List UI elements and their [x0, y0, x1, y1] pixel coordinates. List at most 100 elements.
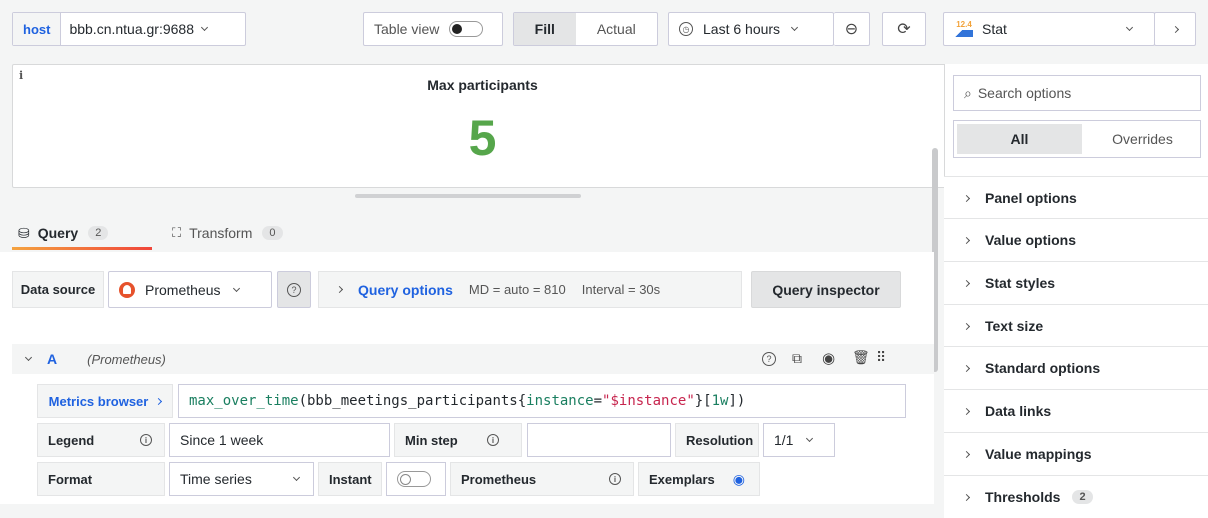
- options-section-value-options[interactable]: Value options: [944, 218, 1208, 261]
- visualization-picker[interactable]: 12.4 Stat: [943, 12, 1155, 46]
- metrics-browser-button[interactable]: Metrics browser: [37, 384, 173, 418]
- legend-value: Since 1 week: [180, 432, 264, 448]
- search-placeholder: Search options: [977, 85, 1072, 101]
- chevron-right-icon: [962, 194, 971, 202]
- resolution-value: 1/1: [774, 432, 794, 448]
- tab-underline: [12, 247, 152, 250]
- chevron-down-icon: [1125, 23, 1134, 32]
- legend-input[interactable]: Since 1 week: [169, 423, 390, 457]
- variable-label: host: [13, 13, 62, 45]
- delete-query-trash-icon[interactable]: 🗑: [852, 349, 870, 366]
- options-section-label: Panel options: [985, 190, 1077, 206]
- options-section-label: Stat styles: [985, 275, 1056, 291]
- query-options-bar[interactable]: Query options MD = auto = 810 Interval =…: [318, 271, 742, 308]
- max-data-points: MD = auto = 810: [468, 282, 566, 297]
- drag-handle-icon[interactable]: ⠿: [876, 349, 886, 366]
- fill-button[interactable]: Fill: [514, 13, 576, 45]
- resolution-select[interactable]: 1/1: [763, 423, 835, 457]
- query-expression-editor[interactable]: max_over_time (bbb_meetings_participants{…: [178, 384, 906, 418]
- zoom-out-icon: ⊖: [844, 21, 859, 38]
- pane-splitter-handle[interactable]: [355, 194, 581, 198]
- chevron-right-icon: [1171, 25, 1179, 33]
- refresh-button[interactable]: ⟳: [882, 12, 926, 46]
- search-icon: ⌕: [964, 84, 972, 101]
- thresholds-count-badge: 2: [1072, 490, 1093, 504]
- query-count-badge: 2: [88, 226, 109, 240]
- tab-transform-label: Transform: [189, 225, 253, 241]
- options-section-label: Value mappings: [985, 446, 1092, 462]
- options-section-label: Value options: [985, 232, 1077, 248]
- expr-label-value: "$instance": [602, 393, 695, 409]
- chevron-down-icon: [791, 23, 799, 32]
- filter-all-button[interactable]: All: [957, 124, 1082, 154]
- transform-icon: ⛶: [172, 225, 182, 240]
- exemplars-label-cell: Exemplars ◉: [638, 462, 760, 496]
- clock-icon: ◷: [679, 22, 693, 36]
- options-section-panel-options[interactable]: Panel options: [944, 176, 1208, 219]
- zoom-out-button[interactable]: ⊖: [834, 12, 870, 46]
- data-source-help-button[interactable]: ?: [277, 271, 311, 308]
- exemplars-label: Exemplars: [649, 471, 715, 487]
- tab-query[interactable]: ⛁ Query 2: [18, 218, 109, 248]
- table-view-label: Table view: [374, 21, 440, 37]
- options-section-data-links[interactable]: Data links: [944, 389, 1208, 432]
- instant-toggle[interactable]: [397, 471, 431, 487]
- time-range-picker[interactable]: ◷ Last 6 hours: [668, 12, 834, 46]
- toggle-switch[interactable]: [449, 21, 484, 37]
- query-ref-id[interactable]: A: [47, 351, 57, 367]
- format-label: Format: [48, 471, 93, 487]
- info-icon[interactable]: i: [140, 434, 152, 446]
- chevron-right-icon: [155, 397, 163, 405]
- options-section-label: Thresholds: [985, 489, 1061, 505]
- options-section-stat-styles[interactable]: Stat styles: [944, 261, 1208, 304]
- chevron-right-icon: [962, 450, 971, 458]
- format-select[interactable]: Time series: [169, 462, 314, 496]
- legend-label-cell: Legend i: [37, 423, 165, 457]
- options-section-standard-options[interactable]: Standard options: [944, 346, 1208, 389]
- chevron-right-icon: [962, 407, 971, 415]
- collapse-chevron-icon[interactable]: [24, 353, 33, 362]
- options-section-value-mappings[interactable]: Value mappings: [944, 432, 1208, 475]
- fill-actual-group: Fill Actual: [513, 12, 658, 46]
- chevron-right-icon: [962, 364, 971, 372]
- options-section-thresholds[interactable]: Thresholds 2: [944, 475, 1208, 518]
- min-step-input[interactable]: [527, 423, 671, 457]
- expr-range-close: ]): [728, 393, 746, 409]
- data-source-value: Prometheus: [145, 281, 221, 298]
- exemplars-eye-icon[interactable]: ◉: [733, 471, 745, 488]
- expr-range-open: }[: [694, 393, 712, 409]
- chevron-down-icon: [806, 434, 814, 443]
- help-icon[interactable]: ?: [762, 352, 776, 366]
- query-inspector-button[interactable]: Query inspector: [751, 271, 901, 308]
- resolution-label: Resolution: [686, 432, 754, 448]
- stat-value: 5: [468, 110, 497, 166]
- expr-operator: =: [593, 393, 603, 409]
- min-step-label-cell: Min step i: [394, 423, 522, 457]
- hide-query-eye-icon[interactable]: ◉: [822, 349, 835, 367]
- options-section-text-size[interactable]: Text size: [944, 304, 1208, 347]
- panel-title: Max participants: [427, 77, 538, 93]
- instant-toggle-cell[interactable]: [386, 462, 446, 496]
- search-options-input[interactable]: ⌕ Search options: [953, 75, 1201, 111]
- chevron-down-icon: [200, 23, 209, 32]
- chevron-right-icon: [962, 493, 971, 501]
- actual-button[interactable]: Actual: [576, 13, 657, 45]
- expr-range: 1w: [711, 393, 729, 409]
- data-source-picker[interactable]: Prometheus: [108, 271, 272, 308]
- prometheus-label-cell: Prometheus i: [450, 462, 634, 496]
- variable-picker[interactable]: host bbb.cn.ntua.gr:9688: [12, 12, 246, 46]
- expr-function: max_over_time: [189, 393, 299, 409]
- query-data-source: (Prometheus): [87, 351, 166, 367]
- variable-value: bbb.cn.ntua.gr:9688: [69, 21, 194, 37]
- info-icon[interactable]: i: [487, 434, 499, 446]
- table-view-toggle[interactable]: Table view: [363, 12, 503, 46]
- tab-transform[interactable]: ⛶ Transform 0: [172, 218, 283, 248]
- chevron-down-icon: [233, 284, 241, 292]
- resolution-label-cell: Resolution: [675, 423, 759, 457]
- info-icon[interactable]: i: [609, 473, 621, 485]
- filter-overrides-button[interactable]: Overrides: [1085, 121, 1200, 157]
- duplicate-query-icon[interactable]: ⧉: [792, 350, 802, 367]
- collapse-options-button[interactable]: [1154, 12, 1196, 46]
- chevron-right-icon: [962, 279, 971, 287]
- options-section-label: Text size: [985, 318, 1044, 334]
